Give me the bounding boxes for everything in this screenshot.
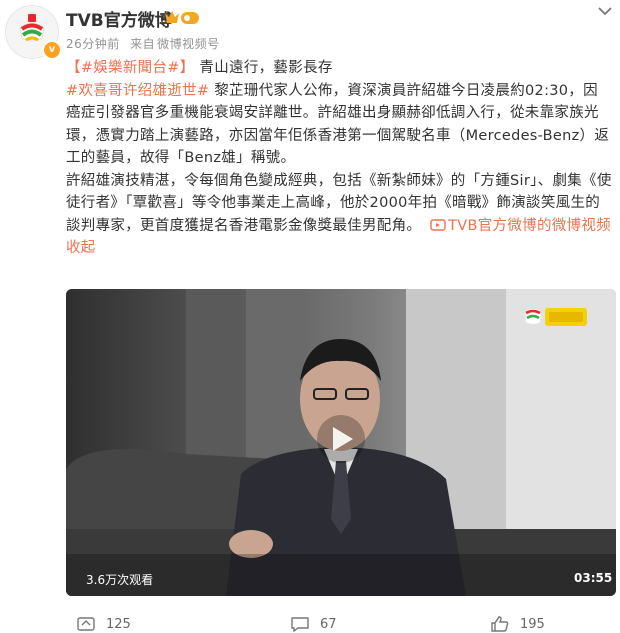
topic-tag-entertainment[interactable]: 【#娛樂新聞台#】	[66, 60, 195, 76]
collapse-link[interactable]: 收起	[66, 240, 96, 256]
chevron-down-icon[interactable]	[598, 4, 612, 20]
view-count: 3.6万次观看	[86, 573, 154, 587]
video-icon	[430, 218, 446, 231]
like-button[interactable]: 195	[490, 616, 545, 632]
topic-tag-obituary[interactable]: #欢喜哥许绍雄逝世#	[66, 83, 209, 99]
source-link[interactable]: 微博视频号	[157, 37, 220, 51]
video-duration: 03:55	[574, 571, 613, 585]
like-count: 195	[520, 616, 545, 632]
repost-button[interactable]: 125	[76, 616, 131, 632]
username[interactable]: TVB官方微博	[66, 6, 172, 31]
video-link-label: TVB官方微博的微博视频	[448, 217, 611, 234]
thumbs-up-icon	[491, 616, 509, 632]
repost-count: 125	[106, 616, 131, 632]
post-meta: 26分钟前 来自 微博视频号	[66, 35, 226, 52]
repost-icon	[77, 617, 95, 631]
post-headline: 青山遠行，藝影長存	[199, 60, 333, 76]
video-link[interactable]: TVB官方微博的微博视频	[426, 218, 611, 234]
comment-icon	[291, 617, 309, 632]
verified-badge-icon: v	[42, 40, 62, 60]
video-thumbnail	[66, 289, 616, 596]
comment-button[interactable]: 67	[290, 616, 337, 632]
comment-count: 67	[320, 616, 337, 632]
video-player[interactable]	[66, 289, 616, 596]
post-text: 【#娛樂新聞台#】 青山遠行，藝影長存 #欢喜哥许绍雄逝世# 黎芷珊代家人公佈，…	[66, 57, 612, 260]
source-prefix: 来自	[130, 37, 156, 51]
tvb-watermark-icon	[523, 304, 589, 330]
membership-badge-icon	[163, 9, 201, 27]
post-time: 26分钟前	[66, 37, 120, 51]
